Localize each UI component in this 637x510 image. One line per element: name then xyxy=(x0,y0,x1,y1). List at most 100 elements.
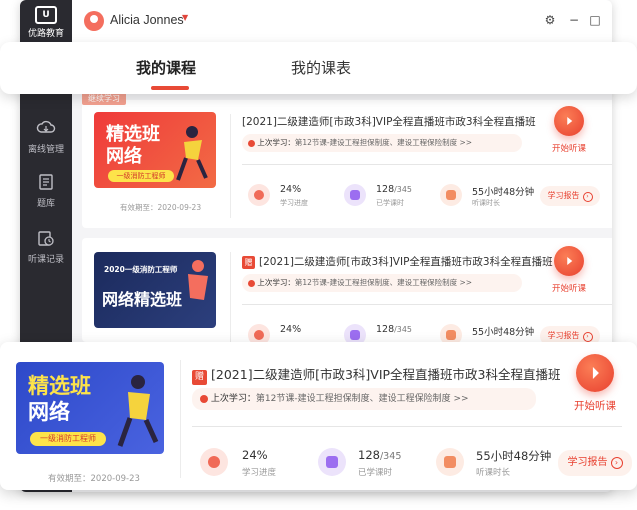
avatar[interactable] xyxy=(84,11,104,31)
start-lesson-label[interactable]: 开始听课 xyxy=(568,398,622,413)
cover-subtitle: 2020一级消防工程师 xyxy=(104,265,178,274)
divider xyxy=(180,360,181,478)
lessons-label: 已学课时 xyxy=(376,199,404,207)
last-study-label: 上次学习： xyxy=(257,278,295,287)
play-dot-icon xyxy=(248,279,255,287)
last-study-row[interactable]: 上次学习：第12节课-建设工程担保制度、建设工程保险制度 >> xyxy=(242,134,522,152)
arrow-right-icon: › xyxy=(582,192,593,202)
progress-icon xyxy=(248,184,270,206)
start-lesson-label[interactable]: 开始听课 xyxy=(548,282,590,294)
arrow-right-icon: › xyxy=(610,457,623,469)
clock-record-icon xyxy=(38,231,54,246)
chevron-down-icon[interactable]: ▼ xyxy=(182,13,188,22)
cover-chip: 一级消防工程师 xyxy=(30,432,106,446)
book-icon xyxy=(39,174,53,190)
cover-chip: 一级消防工程师 xyxy=(108,170,174,182)
sidebar-item-records[interactable]: 听课记录 xyxy=(20,228,72,265)
stage: U 优路教育 离线管理 题库 听课记录 Alicia Jonnes ▼ ⚙ − … xyxy=(0,0,637,510)
lessons-icon xyxy=(318,448,346,476)
tab-my-schedule[interactable]: 我的课表 xyxy=(291,57,351,78)
lessons-value: 128/345 xyxy=(376,184,412,195)
runner-illustration xyxy=(188,260,208,300)
course-cover[interactable]: 2020一级消防工程师 网络精选班 xyxy=(94,252,216,328)
lessons-value: 128/345 xyxy=(358,448,401,462)
duration-label: 听课时长 xyxy=(472,199,500,207)
course-card: 2020一级消防工程师 网络精选班 赠 [2021]二级建造师[市政3科]VIP全… xyxy=(82,238,612,346)
play-dot-icon xyxy=(200,394,208,403)
study-report-label: 学习报告 xyxy=(567,457,608,468)
featured-course-card: 精选班 网络 一级消防工程师 有效期至：2020-09-23 赠 [2021]二级… xyxy=(0,342,637,490)
progress-icon xyxy=(200,448,228,476)
last-study-text: 第12节课-建设工程担保制度、建设工程保险制度 >> xyxy=(294,278,473,287)
start-lesson-button[interactable] xyxy=(576,354,614,392)
course-title[interactable]: 赠 [2021]二级建造师[市政3科]VIP全程直播班市政3科全程直播班 xyxy=(192,364,561,385)
sidebar-item-label: 听课记录 xyxy=(27,255,64,265)
runner-illustration xyxy=(176,126,208,181)
cover-title-1: 网络精选班 xyxy=(102,290,183,309)
user-name[interactable]: Alicia Jonnes xyxy=(110,13,184,27)
last-study-row[interactable]: 上次学习：第12节课-建设工程担保制度、建设工程保险制度 >> xyxy=(242,274,522,292)
progress-value: 24% xyxy=(280,184,302,195)
course-title-text: [2021]二级建造师[市政3科]VIP全程直播班市政3科全程直播班 xyxy=(259,256,553,268)
active-tab-indicator xyxy=(151,86,189,90)
sidebar-item-offline[interactable]: 离线管理 xyxy=(20,118,72,155)
last-study-row[interactable]: 上次学习：第12节课-建设工程担保制度、建设工程保险制度 >> xyxy=(192,388,536,410)
course-title[interactable]: [2021]二级建造师[市政3科]VIP全程直播班市政3科全程直播班 xyxy=(242,114,536,129)
progress-label: 学习进度 xyxy=(242,468,277,478)
study-report-button[interactable]: 学习报告 › xyxy=(558,450,632,476)
lessons-done: 128 xyxy=(376,324,395,335)
runner-illustration xyxy=(117,375,159,447)
study-report-label: 学习报告 xyxy=(547,191,580,200)
duration-label: 听课时长 xyxy=(476,468,511,478)
start-lesson-button[interactable] xyxy=(554,246,584,276)
last-study-label: 上次学习： xyxy=(210,394,256,404)
progress-value: 24% xyxy=(242,448,268,462)
arrow-right-icon: › xyxy=(582,332,593,342)
duration-value: 55小时48分钟 xyxy=(476,449,552,463)
app-logo: U 优路教育 xyxy=(26,6,66,40)
minimize-icon[interactable]: − xyxy=(566,12,582,28)
last-study-text: 第12节课-建设工程担保制度、建设工程保险制度 >> xyxy=(294,138,473,147)
study-report-button[interactable]: 学习报告 › xyxy=(540,186,600,206)
lessons-total: /345 xyxy=(394,325,412,334)
sidebar-item-question-bank[interactable]: 题库 xyxy=(20,172,72,209)
tab-bar: 我的课程 我的课表 xyxy=(0,42,637,94)
duration-value: 55小时48分钟 xyxy=(472,327,535,338)
progress-label: 学习进度 xyxy=(280,199,308,207)
duration-icon xyxy=(440,184,462,206)
logo-text: 优路教育 xyxy=(27,29,64,39)
cover-title-2: 网络 xyxy=(106,146,142,167)
start-lesson-button[interactable] xyxy=(554,106,584,136)
valid-until: 有效期至：2020-09-23 xyxy=(120,203,202,212)
logo-icon: U xyxy=(35,6,57,24)
lessons-value: 128/345 xyxy=(376,324,412,335)
lessons-label: 已学课时 xyxy=(358,468,393,478)
start-lesson-label[interactable]: 开始听课 xyxy=(548,142,590,154)
cover-title-2: 网络 xyxy=(28,400,70,424)
title-bar: Alicia Jonnes ▼ ⚙ − □ ✕ xyxy=(72,0,612,42)
course-title-text: [2021]二级建造师[市政3科]VIP全程直播班市政3科全程直播班 xyxy=(211,367,561,382)
cloud-icon xyxy=(36,120,56,133)
tab-my-courses[interactable]: 我的课程 xyxy=(136,57,196,78)
divider xyxy=(192,426,622,427)
lessons-icon xyxy=(344,184,366,206)
lessons-done: 128 xyxy=(376,184,395,195)
play-dot-icon xyxy=(248,139,255,147)
lessons-done: 128 xyxy=(358,448,380,462)
study-report-label: 学习报告 xyxy=(547,331,580,340)
divider xyxy=(230,252,231,342)
valid-until: 有效期至：2020-09-23 xyxy=(48,474,140,484)
close-icon[interactable]: ✕ xyxy=(608,12,612,28)
course-cover[interactable]: 精选班 网络 一级消防工程师 xyxy=(94,112,216,188)
maximize-icon[interactable]: □ xyxy=(587,12,603,28)
last-study-text: 第12节课-建设工程担保制度、建设工程保险制度 >> xyxy=(255,394,469,404)
gift-badge: 赠 xyxy=(192,370,207,385)
lessons-total: /345 xyxy=(394,185,412,194)
course-title[interactable]: 赠 [2021]二级建造师[市政3科]VIP全程直播班市政3科全程直播班 xyxy=(242,254,553,269)
divider xyxy=(242,164,612,165)
last-study-label: 上次学习： xyxy=(257,138,295,147)
course-card: 继续学习 精选班 网络 一级消防工程师 有效期至：2020-09-23 [202… xyxy=(82,92,612,228)
settings-icon[interactable]: ⚙ xyxy=(542,12,558,28)
divider xyxy=(242,304,612,305)
course-cover[interactable]: 精选班 网络 一级消防工程师 xyxy=(16,362,164,454)
